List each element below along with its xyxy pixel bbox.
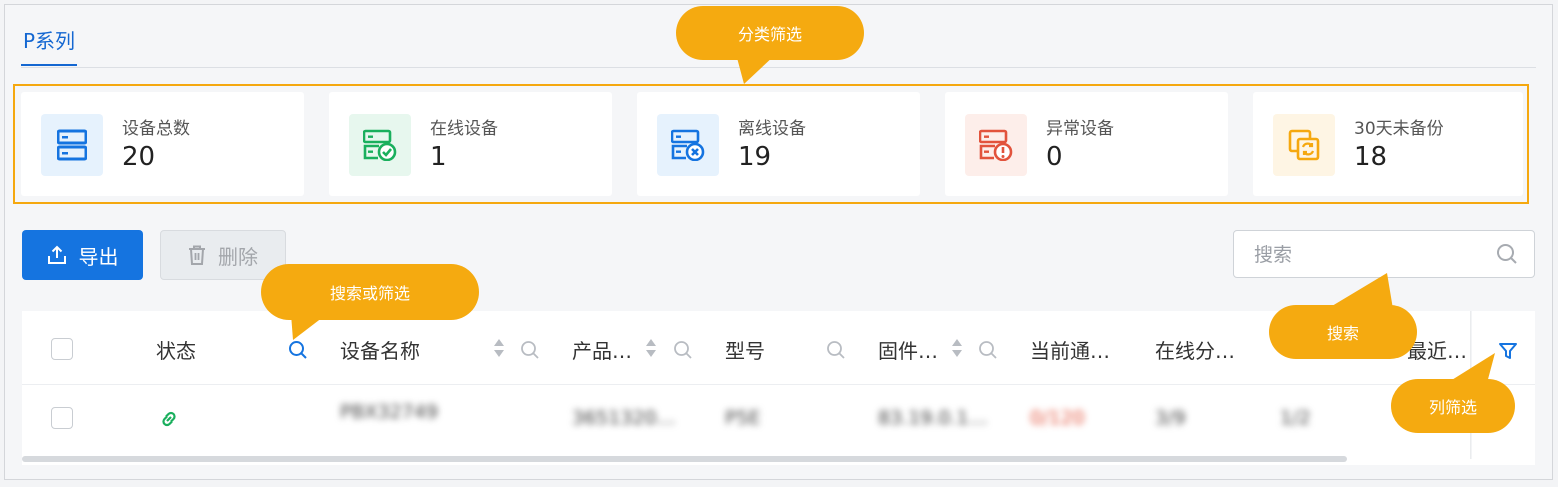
callout-search-or-filter: 搜索或筛选 (261, 264, 479, 340)
stat-value: 0 (1046, 142, 1063, 172)
server-icon (41, 114, 103, 176)
search-icon[interactable] (1496, 243, 1518, 265)
callout-text: 分类筛选 (737, 25, 802, 44)
cell-model: P5E (725, 407, 761, 429)
firmware-search-icon[interactable] (978, 340, 998, 360)
callout-pointer (736, 54, 776, 84)
upload-icon (47, 245, 66, 264)
search-box (1233, 230, 1535, 278)
column-firmware[interactable]: 固件… (878, 335, 938, 364)
stats-cards: 设备总数 20 在线设备 1 离线设备 19 异常设备 0 30天未备份 18 (13, 84, 1529, 204)
callout-search: 搜索 (1269, 273, 1417, 359)
product-search-icon[interactable] (673, 340, 693, 360)
callout-pointer (291, 314, 327, 340)
cell-product: 3651320… (572, 407, 676, 429)
stat-card-offline[interactable]: 离线设备 19 (637, 92, 920, 196)
device-management-panel: P系列 设备总数 20 在线设备 1 离线设备 19 异常设备 0 30天未备份… (4, 4, 1553, 480)
stat-label: 30天未备份 (1354, 119, 1444, 139)
callout-text: 搜索 (1326, 324, 1359, 343)
firmware-sort-icon[interactable] (950, 338, 964, 360)
backup-sync-icon (1273, 114, 1335, 176)
cell-device-name: PBX32749 (340, 401, 438, 423)
stat-value: 18 (1354, 142, 1388, 172)
delete-label: 删除 (218, 244, 258, 269)
cell-firmware: 83.19.0.1… (878, 407, 988, 429)
cell-channels: 0/120 (1030, 407, 1085, 429)
stat-value: 1 (430, 142, 447, 172)
server-check-icon (349, 114, 411, 176)
name-search-icon[interactable] (520, 340, 540, 360)
filter-icon[interactable] (1498, 341, 1518, 361)
server-x-icon (657, 114, 719, 176)
row-checkbox[interactable] (51, 407, 73, 429)
model-search-icon[interactable] (826, 340, 846, 360)
table-footer-gap (22, 465, 1535, 479)
stat-card-online[interactable]: 在线设备 1 (329, 92, 612, 196)
column-online[interactable]: 在线分… (1155, 335, 1235, 364)
column-product[interactable]: 产品… (572, 335, 632, 364)
stat-value: 20 (122, 142, 156, 172)
stat-label: 离线设备 (738, 119, 806, 139)
table-row[interactable]: PBX32749 3651320… P5E 83.19.0.1… 0/120 3… (22, 385, 1535, 451)
callout-text: 搜索或筛选 (329, 284, 410, 303)
stat-card-total[interactable]: 设备总数 20 (21, 92, 304, 196)
search-input[interactable] (1252, 243, 1486, 267)
callout-column-filter: 列筛选 (1391, 353, 1515, 433)
stat-card-no-backup[interactable]: 30天未备份 18 (1253, 92, 1523, 196)
column-status[interactable]: 状态 (156, 335, 196, 364)
column-device-name[interactable]: 设备名称 (340, 335, 420, 364)
callout-category-filter: 分类筛选 (676, 6, 864, 84)
callout-pointer (1447, 353, 1495, 383)
column-model[interactable]: 型号 (725, 335, 765, 364)
stat-card-abnormal[interactable]: 异常设备 0 (945, 92, 1228, 196)
select-all-checkbox[interactable] (51, 338, 73, 360)
stat-label: 在线设备 (430, 119, 498, 139)
product-sort-icon[interactable] (644, 338, 658, 360)
callout-pointer (1327, 273, 1393, 309)
export-button[interactable]: 导出 (22, 230, 143, 280)
cell-online: 3/9 (1155, 407, 1186, 429)
cell-extra: 1/2 (1280, 407, 1311, 429)
horizontal-scrollbar[interactable] (22, 456, 1347, 462)
server-alert-icon (965, 114, 1027, 176)
export-label: 导出 (78, 244, 119, 269)
column-channels[interactable]: 当前通… (1030, 335, 1110, 364)
callout-text: 列筛选 (1428, 398, 1477, 417)
link-status-icon (162, 411, 176, 427)
trash-icon (189, 245, 205, 265)
stat-label: 异常设备 (1046, 119, 1114, 139)
tab-p-series[interactable]: P系列 (21, 25, 78, 66)
stat-label: 设备总数 (122, 119, 190, 139)
stat-value: 19 (738, 142, 772, 172)
name-sort-icon[interactable] (492, 338, 506, 360)
